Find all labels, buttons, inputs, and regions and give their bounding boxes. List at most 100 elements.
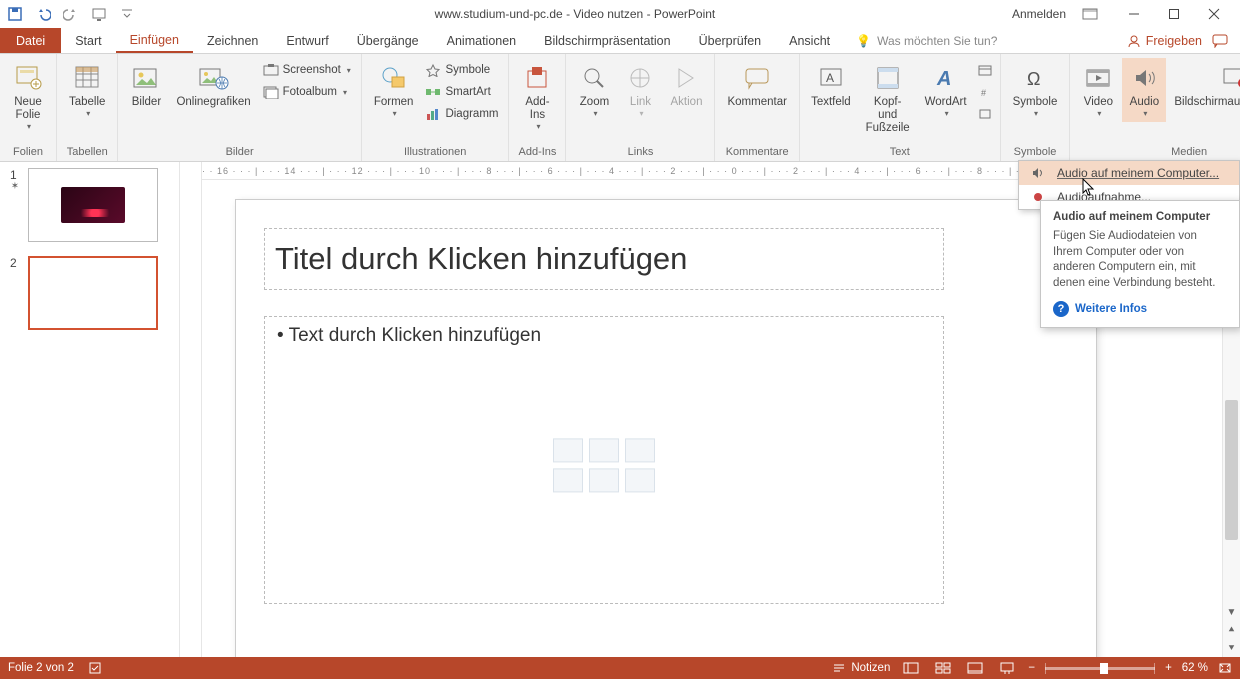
tab-file[interactable]: Datei	[0, 28, 61, 53]
lightbulb-icon: 💡	[856, 34, 871, 48]
zoom-button[interactable]: Zoom ▾	[572, 58, 616, 122]
tooltip-more-link[interactable]: ? Weitere Infos	[1053, 301, 1227, 317]
zoom-icon	[578, 62, 610, 94]
chevron-down-icon: ▾	[86, 109, 90, 118]
svg-text:A: A	[936, 68, 951, 90]
sign-in-link[interactable]: Anmelden	[1012, 7, 1066, 21]
slideshow-start-icon[interactable]	[88, 3, 110, 25]
notes-button[interactable]: Notizen	[832, 662, 890, 674]
undo-icon[interactable]	[32, 3, 54, 25]
insert-video-icon[interactable]	[625, 468, 655, 492]
video-button[interactable]: Video ▾	[1076, 58, 1120, 122]
tab-entwurf[interactable]: Entwurf	[272, 28, 342, 53]
screenshot-button[interactable]: Screenshot▾	[259, 60, 355, 80]
aktion-button[interactable]: Aktion	[664, 58, 708, 113]
smartart-button[interactable]: SmartArt	[421, 82, 502, 102]
notes-icon	[832, 662, 846, 674]
close-button[interactable]	[1194, 0, 1234, 28]
formen-button[interactable]: Formen ▾	[368, 58, 420, 122]
slide-2-preview	[28, 256, 158, 330]
scroll-down-icon[interactable]: ▼	[1223, 603, 1240, 621]
fotoalbum-button[interactable]: Fotoalbum▾	[259, 82, 355, 102]
spellcheck-icon[interactable]	[88, 661, 104, 675]
insert-smartart-icon[interactable]	[625, 438, 655, 462]
header-footer-icon	[872, 62, 904, 94]
date-time-button[interactable]	[974, 60, 994, 80]
slide-thumb-1[interactable]: 1 ✶	[10, 168, 169, 242]
slide-canvas[interactable]: Titel durch Klicken hinzufügen • Text du…	[236, 200, 1096, 657]
group-illustrationen: Formen ▾ Symbole SmartArt Diagramm Illus…	[362, 54, 510, 161]
audio-on-my-pc-item[interactable]: Audio auf meinem Computer...	[1019, 161, 1239, 185]
addins-button[interactable]: Add- Ins ▾	[515, 58, 559, 135]
next-slide-icon[interactable]: ⯆	[1223, 639, 1240, 657]
comments-pane-icon[interactable]	[1212, 34, 1228, 48]
symbole-button[interactable]: Symbole	[421, 60, 502, 80]
bildschirmaufzeichnung-button[interactable]: Bildschirmaufzeichnung	[1168, 58, 1240, 113]
slideshow-view-button[interactable]	[996, 659, 1018, 677]
wordart-button[interactable]: A WordArt ▾	[920, 58, 972, 122]
ribbon-tabs: Datei Start Einfügen Zeichnen Entwurf Üb…	[0, 28, 1240, 54]
group-links: Zoom ▾ Link ▾ Aktion Links	[566, 54, 715, 161]
tab-animationen[interactable]: Animationen	[433, 28, 531, 53]
kommentar-button[interactable]: Kommentar	[721, 58, 792, 113]
title-bar-right: Anmelden	[1012, 0, 1234, 28]
textfeld-button[interactable]: A Textfeld	[806, 58, 856, 113]
svg-text:Ω: Ω	[1027, 69, 1040, 89]
group-folien: Neue Folie ▾ Folien	[0, 54, 57, 161]
insert-chart-icon[interactable]	[589, 438, 619, 462]
tab-ueberpruefen[interactable]: Überprüfen	[685, 28, 776, 53]
symbole-button[interactable]: Ω Symbole ▾	[1007, 58, 1064, 122]
zoom-level[interactable]: 62 %	[1182, 662, 1208, 674]
kopf-fusszeile-button[interactable]: Kopf- und Fußzeile	[858, 58, 918, 140]
redo-icon[interactable]	[60, 3, 82, 25]
svg-text:A: A	[826, 71, 834, 85]
link-icon	[624, 62, 656, 94]
object-button[interactable]	[974, 104, 994, 124]
insert-online-picture-icon[interactable]	[589, 468, 619, 492]
tab-uebergaenge[interactable]: Übergänge	[343, 28, 433, 53]
content-placeholder[interactable]: • Text durch Klicken hinzufügen	[264, 316, 944, 604]
link-button[interactable]: Link ▾	[618, 58, 662, 122]
share-button[interactable]: Freigeben	[1127, 34, 1202, 48]
maximize-button[interactable]	[1154, 0, 1194, 28]
scrollbar-thumb[interactable]	[1225, 400, 1238, 540]
tab-einfuegen[interactable]: Einfügen	[116, 28, 193, 53]
zoom-in-button[interactable]: +	[1165, 662, 1172, 674]
diagramm-button[interactable]: Diagramm	[421, 104, 502, 124]
normal-view-button[interactable]	[900, 659, 922, 677]
minimize-button[interactable]	[1114, 0, 1154, 28]
group-kommentare: Kommentar Kommentare	[715, 54, 799, 161]
tab-zeichnen[interactable]: Zeichnen	[193, 28, 272, 53]
insert-picture-icon[interactable]	[553, 468, 583, 492]
ribbon-display-options-icon[interactable]	[1082, 8, 1098, 20]
slide-thumb-2[interactable]: 2	[10, 256, 169, 330]
audio-button[interactable]: Audio ▾	[1122, 58, 1166, 122]
onlinegrafiken-button[interactable]: Onlinegrafiken	[170, 58, 256, 113]
zoom-slider[interactable]	[1045, 667, 1155, 670]
quick-access-toolbar	[4, 3, 138, 25]
slide-sorter-view-button[interactable]	[932, 659, 954, 677]
zoom-out-button[interactable]: −	[1028, 662, 1035, 674]
neue-folie-button[interactable]: Neue Folie ▾	[6, 58, 50, 135]
reading-view-button[interactable]	[964, 659, 986, 677]
slide-thumbnails-panel[interactable]: 1 ✶ 2	[0, 162, 180, 657]
slide-number-button[interactable]: #	[974, 82, 994, 102]
tab-start[interactable]: Start	[61, 28, 115, 53]
save-icon[interactable]	[4, 3, 26, 25]
animation-indicator-icon: ✶	[11, 182, 19, 192]
wordart-icon: A	[930, 62, 962, 94]
tabelle-button[interactable]: Tabelle ▾	[63, 58, 111, 122]
tab-ansicht[interactable]: Ansicht	[775, 28, 844, 53]
window-title: www.studium-und-pc.de - Video nutzen - P…	[138, 7, 1012, 21]
tab-bildschirmpraesentation[interactable]: Bildschirmpräsentation	[530, 28, 684, 53]
video-icon	[1082, 62, 1114, 94]
bilder-button[interactable]: Bilder	[124, 58, 168, 113]
insert-table-icon[interactable]	[553, 438, 583, 462]
chart-icon	[425, 106, 441, 122]
group-addins: Add- Ins ▾ Add-Ins	[509, 54, 566, 161]
prev-slide-icon[interactable]: ⯅	[1223, 621, 1240, 639]
fit-to-window-button[interactable]	[1218, 662, 1232, 674]
title-placeholder[interactable]: Titel durch Klicken hinzufügen	[264, 228, 944, 290]
qat-customize-icon[interactable]	[116, 3, 138, 25]
tell-me-search[interactable]: 💡 Was möchten Sie tun?	[856, 28, 997, 53]
